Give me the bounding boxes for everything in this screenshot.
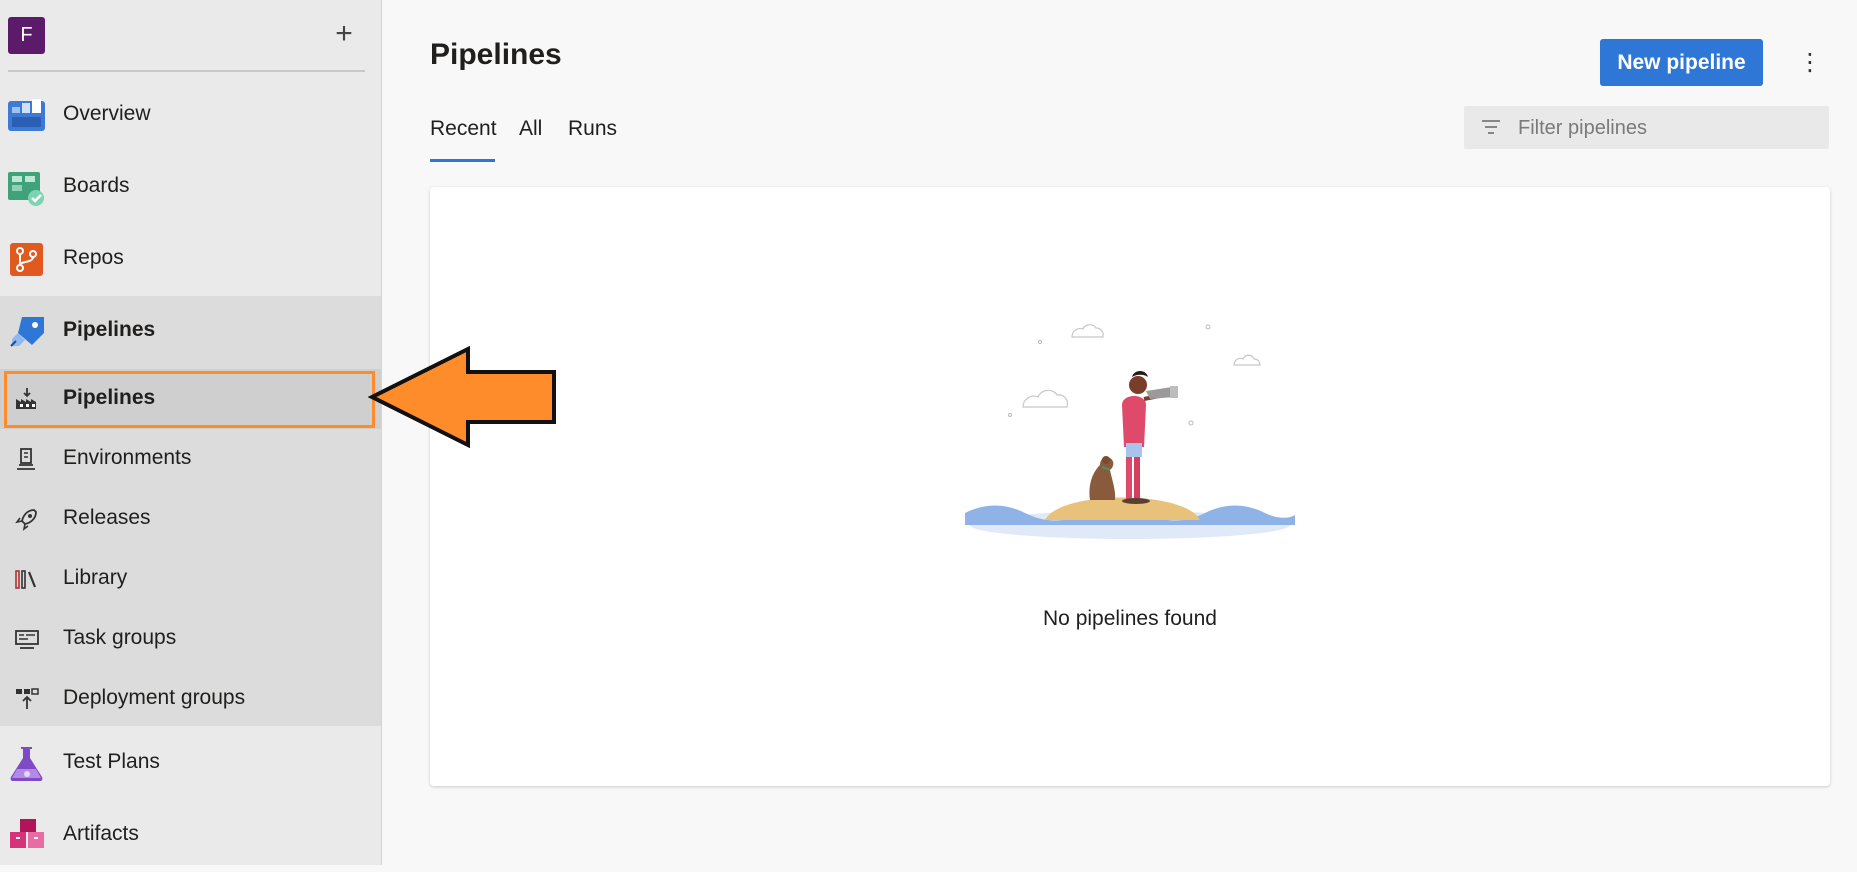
org-header: F +	[0, 0, 381, 72]
sidebar-item-test-plans[interactable]: Test Plans	[0, 728, 381, 800]
empty-state-illustration	[965, 324, 1295, 539]
filter-input[interactable]	[1516, 106, 1820, 151]
sidebar-subitem-library[interactable]: Library	[0, 549, 381, 609]
divider	[8, 70, 365, 72]
sidebar-subitem-releases[interactable]: Releases	[0, 489, 381, 549]
sidebar-item-label: Releases	[63, 506, 151, 529]
page-title: Pipelines	[430, 38, 562, 71]
active-tab-indicator	[430, 159, 495, 162]
plus-icon[interactable]: +	[330, 14, 358, 54]
sidebar-item-label: Pipelines	[63, 318, 156, 341]
artifacts-icon	[10, 819, 44, 848]
arrow-annotation	[368, 346, 556, 448]
overview-icon	[8, 99, 45, 131]
test-plans-icon	[10, 747, 43, 781]
environments-icon	[17, 448, 35, 470]
sidebar: F + Overview Boards Repos Pipelines Pipe…	[0, 0, 382, 865]
empty-state-message: No pipelines found	[1043, 607, 1217, 630]
sidebar-item-label: Overview	[63, 102, 151, 125]
sidebar-item-label: Artifacts	[63, 822, 139, 845]
sidebar-subitem-pipelines[interactable]: Pipelines	[0, 369, 381, 429]
new-pipeline-button[interactable]: New pipeline	[1600, 39, 1763, 86]
library-icon	[15, 570, 37, 589]
sidebar-item-repos[interactable]: Repos	[0, 224, 381, 296]
sidebar-subitem-task-groups[interactable]: Task groups	[0, 609, 381, 669]
org-avatar[interactable]: F	[8, 17, 45, 54]
sidebar-item-label: Boards	[63, 174, 130, 197]
sidebar-item-label: Deployment groups	[63, 686, 246, 709]
sidebar-subitem-deployment-groups[interactable]: Deployment groups	[0, 669, 381, 729]
tab-runs[interactable]: Runs	[568, 117, 617, 141]
sidebar-item-overview[interactable]: Overview	[0, 80, 381, 152]
boards-icon	[8, 172, 44, 206]
task-groups-icon	[15, 630, 39, 649]
sidebar-item-pipelines[interactable]: Pipelines	[0, 296, 381, 368]
pipeline-builds-icon	[16, 388, 36, 409]
releases-icon	[15, 509, 37, 531]
repos-icon	[10, 243, 43, 276]
pipelines-icon	[10, 317, 44, 347]
more-options-icon[interactable]: ⋮	[1795, 45, 1825, 81]
sidebar-item-artifacts[interactable]: Artifacts	[0, 800, 381, 872]
empty-state-card: No pipelines found	[430, 187, 1830, 786]
filter-icon	[1482, 120, 1500, 134]
sidebar-item-label: Repos	[63, 246, 124, 269]
sidebar-item-label: Library	[63, 566, 128, 589]
sidebar-item-label: Task groups	[63, 626, 177, 649]
tab-recent[interactable]: Recent	[430, 117, 497, 141]
sidebar-subitem-environments[interactable]: Environments	[0, 429, 381, 489]
sidebar-item-boards[interactable]: Boards	[0, 152, 381, 224]
sidebar-item-label: Environments	[63, 446, 192, 469]
sidebar-item-label: Pipelines	[63, 386, 156, 409]
tab-all[interactable]: All	[519, 117, 542, 141]
sidebar-item-label: Test Plans	[63, 750, 160, 773]
main-content: Pipelines New pipeline ⋮ Recent All Runs	[382, 0, 1857, 865]
filter-box[interactable]	[1464, 106, 1829, 151]
deployment-groups-icon	[16, 688, 39, 709]
